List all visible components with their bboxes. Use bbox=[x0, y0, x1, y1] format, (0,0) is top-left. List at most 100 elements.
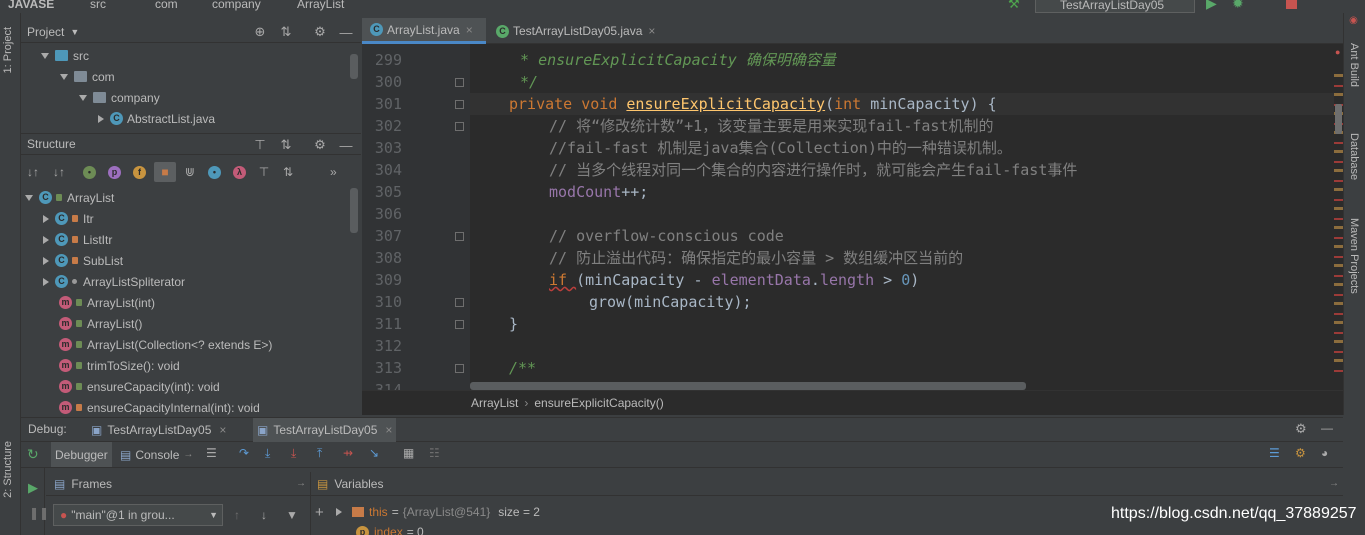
show-fields-p-icon[interactable]: p bbox=[108, 165, 121, 179]
rerun-icon[interactable]: ↻ bbox=[27, 446, 39, 463]
settings-icon[interactable]: ⚙ bbox=[1295, 446, 1306, 460]
tab-console[interactable]: ▤ Console → bbox=[116, 442, 197, 467]
minimize-icon[interactable]: — bbox=[337, 134, 355, 156]
step-out-icon[interactable]: ⤒ bbox=[317, 446, 322, 461]
sort-alpha-icon[interactable]: ↓↑ bbox=[53, 165, 75, 179]
collapse-icon[interactable]: ⇅ bbox=[278, 165, 298, 179]
ant-build-tool-tab[interactable]: Ant Build bbox=[1348, 43, 1360, 87]
structure-item[interactable]: m ArrayList() bbox=[59, 313, 142, 334]
variable-row[interactable]: this = {ArrayList@541} size = 2 bbox=[336, 502, 540, 522]
error-icon[interactable]: ● bbox=[1335, 47, 1340, 57]
structure-item[interactable]: C ArrayListSpliterator bbox=[43, 271, 185, 292]
structure-item[interactable]: m ArrayList(int) bbox=[59, 292, 155, 313]
debug-icon[interactable]: ✹ bbox=[1232, 0, 1244, 12]
code-editor[interactable]: * ensureExplicitCapacity 确保明确容量 */ priva… bbox=[470, 44, 1334, 390]
collapse-all-icon[interactable]: ⇅ bbox=[277, 134, 295, 156]
close-icon[interactable]: × bbox=[219, 423, 226, 437]
more-icon[interactable]: » bbox=[330, 165, 337, 179]
nav-crumb-project[interactable]: JAVASE bbox=[8, 0, 54, 11]
gauge-icon[interactable]: ◕ bbox=[1321, 446, 1328, 460]
fold-marker-icon[interactable] bbox=[455, 232, 464, 241]
show-non-public-icon[interactable]: ■ bbox=[154, 162, 176, 182]
menu-icon[interactable]: ☰ bbox=[206, 446, 217, 460]
structure-tool-tab[interactable]: 2: Structure bbox=[2, 441, 14, 498]
trace-icon[interactable]: ☷ bbox=[429, 446, 440, 460]
nav-crumb-com[interactable]: com bbox=[155, 0, 178, 11]
drop-frame-icon[interactable]: ⇸ bbox=[343, 446, 353, 460]
structure-item[interactable]: C ListItr bbox=[43, 229, 112, 250]
fold-marker-icon[interactable] bbox=[455, 364, 464, 373]
nav-crumb-src[interactable]: src bbox=[90, 0, 106, 11]
tab-testarraylistday05-java[interactable]: C TestArrayListDay05.java × bbox=[488, 18, 663, 44]
step-into-icon[interactable]: ⤓ bbox=[291, 446, 296, 461]
structure-item[interactable]: C SubList bbox=[43, 250, 123, 271]
project-tool-tab[interactable]: 1: Project bbox=[2, 27, 14, 73]
structure-scrollbar[interactable] bbox=[350, 188, 358, 233]
minimize-icon[interactable]: — bbox=[337, 21, 355, 43]
gear-icon[interactable]: ⚙ bbox=[311, 21, 329, 43]
pin-icon[interactable]: → bbox=[296, 478, 306, 489]
structure-item[interactable]: m ensureCapacity(int): void bbox=[59, 376, 220, 397]
pin-icon[interactable]: → bbox=[183, 449, 193, 460]
tab-debugger[interactable]: Debugger bbox=[51, 442, 112, 467]
structure-item[interactable]: m ArrayList(Collection<? extends E>) bbox=[59, 334, 272, 355]
minimize-icon[interactable]: — bbox=[1321, 421, 1333, 435]
arrow-up-icon[interactable]: ↑ bbox=[234, 508, 240, 522]
breadcrumb-method[interactable]: ensureExplicitCapacity() bbox=[534, 396, 663, 410]
tree-item-src[interactable]: src bbox=[41, 45, 89, 66]
nav-crumb-company[interactable]: company bbox=[212, 0, 261, 11]
horizontal-scrollbar[interactable] bbox=[470, 382, 1026, 390]
editor-scroll-thumb[interactable] bbox=[1335, 104, 1342, 134]
tree-item-com[interactable]: com bbox=[60, 66, 115, 87]
run-icon[interactable]: ▶ bbox=[1206, 0, 1217, 12]
lambda-icon[interactable]: λ bbox=[233, 165, 246, 179]
close-icon[interactable]: × bbox=[466, 23, 473, 37]
add-watch-icon[interactable]: + bbox=[315, 504, 324, 521]
fold-marker-icon[interactable] bbox=[455, 100, 464, 109]
project-panel-title[interactable]: Project bbox=[27, 25, 64, 39]
fold-marker-icon[interactable] bbox=[455, 298, 464, 307]
inherited-icon[interactable]: ⋓ bbox=[180, 165, 200, 179]
close-icon[interactable]: × bbox=[385, 423, 392, 437]
close-icon[interactable]: × bbox=[648, 24, 655, 38]
hammer-icon[interactable]: ⚒ bbox=[1008, 0, 1020, 12]
stop-icon[interactable] bbox=[1286, 0, 1297, 9]
debug-session-tab-active[interactable]: ▣ TestArrayListDay05 × bbox=[253, 418, 397, 442]
expand-all-icon[interactable]: ⊤ bbox=[251, 134, 269, 156]
breadcrumb-class[interactable]: ArrayList bbox=[471, 396, 518, 410]
collapse-icon[interactable]: ⇅ bbox=[277, 21, 295, 43]
database-tool-tab[interactable]: Database bbox=[1348, 133, 1360, 180]
debug-session-tab[interactable]: ▣ TestArrayListDay05 × bbox=[87, 418, 230, 442]
pause-icon[interactable]: ❚❚ bbox=[29, 506, 49, 520]
gear-icon[interactable]: ⚙ bbox=[311, 134, 329, 156]
project-scrollbar[interactable] bbox=[350, 54, 358, 79]
structure-item[interactable]: m trimToSize(): void bbox=[59, 355, 180, 376]
restore-layout-icon[interactable]: ☰ bbox=[1269, 446, 1280, 460]
tab-arraylist-java[interactable]: C ArrayList.java × bbox=[362, 18, 486, 44]
pin-icon[interactable]: → bbox=[1329, 478, 1339, 489]
step-over-icon[interactable]: ⤓ bbox=[265, 446, 270, 461]
resume-icon[interactable]: ▶ bbox=[28, 480, 38, 496]
maven-projects-tool-tab[interactable]: Maven Projects bbox=[1348, 218, 1360, 294]
fold-marker-icon[interactable] bbox=[455, 122, 464, 131]
anonymous-class-icon[interactable]: • bbox=[208, 165, 221, 179]
structure-root[interactable]: C ArrayList bbox=[25, 187, 114, 208]
chevron-down-icon[interactable]: ▼ bbox=[70, 27, 79, 37]
show-properties-icon[interactable]: • bbox=[83, 165, 96, 179]
structure-item[interactable]: m ensureCapacityInternal(int): void bbox=[59, 397, 260, 415]
arrow-down-icon[interactable]: ↓ bbox=[261, 508, 267, 522]
fold-marker-icon[interactable] bbox=[455, 78, 464, 87]
tree-item-abstractlist[interactable]: C AbstractList.java bbox=[98, 108, 215, 129]
variable-row[interactable]: p index = 0 bbox=[356, 522, 424, 535]
gear-icon[interactable]: ⚙ bbox=[1295, 421, 1307, 437]
thread-select[interactable]: ● "main"@1 in grou... ▼ bbox=[53, 504, 223, 526]
tree-item-company[interactable]: company bbox=[79, 87, 160, 108]
sort-visibility-icon[interactable]: ↓↑ bbox=[27, 165, 49, 179]
fold-marker-icon[interactable] bbox=[455, 320, 464, 329]
expand-icon[interactable]: ⊤ bbox=[254, 165, 274, 179]
evaluate-icon[interactable]: ▦ bbox=[403, 446, 414, 460]
run-config-select[interactable]: TestArrayListDay05 bbox=[1035, 0, 1195, 13]
structure-item[interactable]: C Itr bbox=[43, 208, 94, 229]
run-to-cursor-icon[interactable]: ↘ bbox=[369, 446, 379, 460]
show-execution-point-icon[interactable]: ↷ bbox=[239, 446, 249, 460]
